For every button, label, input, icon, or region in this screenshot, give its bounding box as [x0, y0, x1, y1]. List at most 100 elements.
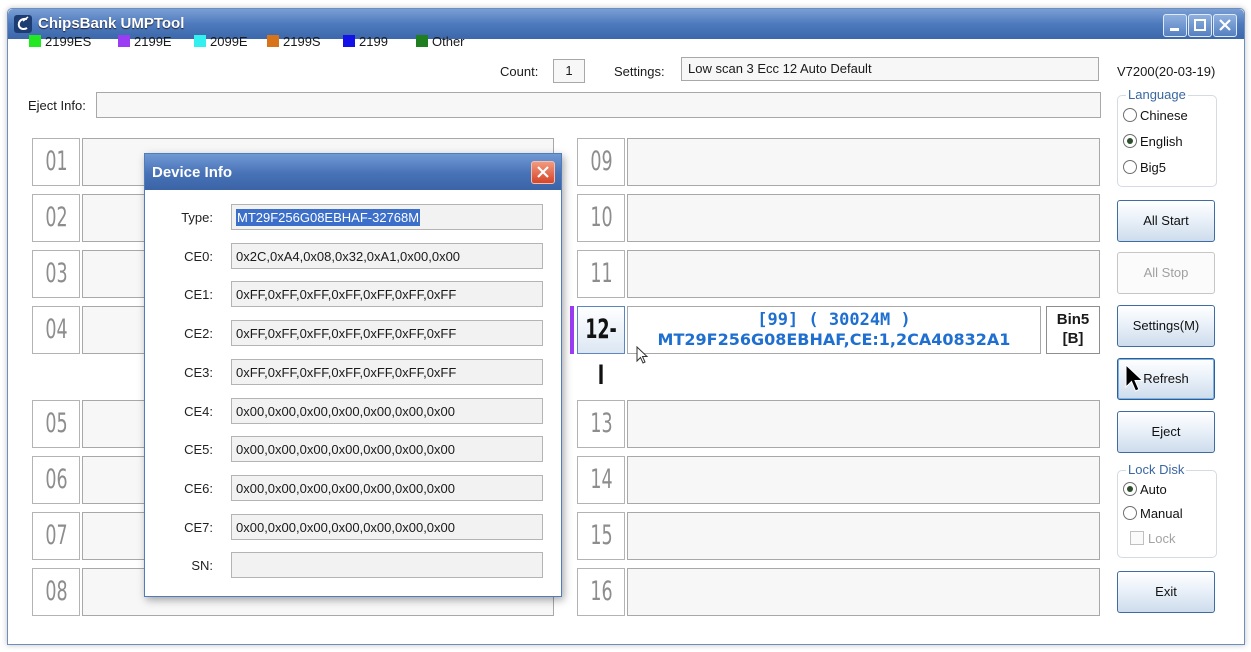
window-title: ChipsBank UMPTool — [38, 15, 185, 32]
language-chinese-radio[interactable]: Chinese — [1123, 108, 1188, 124]
device-info-label: CE0: — [184, 248, 213, 264]
all-stop-button[interactable]: All Stop — [1117, 252, 1215, 294]
slot-16-number[interactable]: 16 — [577, 568, 625, 616]
device-info-label: CE7: — [184, 519, 213, 535]
slot-12-status: [99] ( 30024M ) MT29F256G08EBHAF,CE:1,2C… — [627, 306, 1041, 354]
legend-label: Other — [432, 34, 465, 49]
eject-info-label: Eject Info: — [28, 98, 86, 113]
slot-11-status — [627, 250, 1100, 298]
slot-02-number[interactable]: 02 — [32, 194, 80, 242]
slot-12-line2: MT29F256G08EBHAF,CE:1,2CA40832A1 — [657, 330, 1011, 349]
count-value: 1 — [553, 59, 585, 83]
device-info-dialog: Device Info Type: MT29F256G08EBHAF-32768M… — [144, 153, 562, 597]
device-info-label: CE1: — [184, 287, 213, 303]
slot-06-number[interactable]: 06 — [32, 456, 80, 504]
slot-09-number[interactable]: 09 — [577, 138, 625, 186]
slot-15-status — [627, 512, 1100, 560]
device-info-titlebar[interactable]: Device Info — [145, 154, 561, 190]
device-info-field-ce7[interactable]: 0x00,0x00,0x00,0x00,0x00,0x00,0x00 — [231, 513, 543, 540]
minimize-icon — [1170, 28, 1179, 31]
close-icon — [1219, 19, 1231, 31]
radio-circle-selected — [1123, 134, 1137, 148]
legend-item-2199e: 2199E — [118, 34, 172, 50]
legend-swatch — [118, 35, 130, 47]
eject-button[interactable]: Eject — [1117, 411, 1215, 453]
radio-circle — [1123, 108, 1137, 122]
device-info-close-button[interactable] — [531, 161, 555, 184]
all-start-button[interactable]: All Start — [1117, 200, 1215, 242]
device-info-field-ce4[interactable]: 0x00,0x00,0x00,0x00,0x00,0x00,0x00 — [231, 397, 543, 424]
device-info-label: CE5: — [184, 442, 213, 458]
slot-09-status — [627, 138, 1100, 186]
device-info-field-ce3[interactable]: 0xFF,0xFF,0xFF,0xFF,0xFF,0xFF,0xFF — [231, 358, 543, 385]
device-info-field-type[interactable]: MT29F256G08EBHAF-32768M — [231, 204, 543, 230]
legend-item-2199s: 2199S — [267, 34, 321, 50]
device-info-field-sn[interactable] — [231, 552, 543, 579]
settings-value: Low scan 3 Ecc 12 Auto Default — [681, 57, 1099, 81]
language-big5-radio[interactable]: Big5 — [1123, 160, 1166, 176]
legend-swatch — [416, 35, 428, 47]
language-english-radio[interactable]: English — [1123, 134, 1183, 150]
slot-04-number[interactable]: 04 — [32, 306, 80, 354]
slot-13-number[interactable]: 13 — [577, 400, 625, 448]
slot-05-number[interactable]: 05 — [32, 400, 80, 448]
legend-item-other: Other — [416, 34, 465, 50]
active-slot-indicator — [570, 306, 574, 354]
eject-info-field — [96, 92, 1101, 118]
radio-circle — [1123, 506, 1137, 520]
minimize-button[interactable] — [1163, 14, 1187, 37]
device-info-field-ce0[interactable]: 0x2C,0xA4,0x08,0x32,0xA1,0x00,0x00 — [231, 242, 543, 269]
device-info-title: Device Info — [152, 164, 233, 181]
slot-07-number[interactable]: 07 — [32, 512, 80, 560]
legend-item-2199: 2199 — [343, 34, 388, 50]
lock-disk-title: Lock Disk — [1126, 462, 1187, 477]
slot-10-number[interactable]: 10 — [577, 194, 625, 242]
legend-swatch — [267, 35, 279, 47]
lock-manual-radio[interactable]: Manual — [1123, 506, 1183, 522]
slot-03-number[interactable]: 03 — [32, 250, 80, 298]
lock-auto-radio[interactable]: Auto — [1123, 482, 1167, 498]
exit-button[interactable]: Exit — [1117, 571, 1215, 613]
language-title: Language — [1126, 87, 1188, 102]
slot-10-status — [627, 194, 1100, 242]
legend-swatch — [194, 35, 206, 47]
legend-swatch — [29, 35, 41, 47]
slot-16-status — [627, 568, 1100, 616]
device-info-field-ce6[interactable]: 0x00,0x00,0x00,0x00,0x00,0x00,0x00 — [231, 474, 543, 501]
slot-12-line1: [99] ( 30024M ) — [757, 310, 911, 330]
bin-label: Bin5 — [1056, 311, 1090, 328]
legend-item-2199es: 2199ES — [29, 34, 91, 50]
device-info-label: CE4: — [184, 403, 213, 419]
device-info-label: CE6: — [184, 480, 213, 496]
legend-label: 2199E — [134, 34, 172, 49]
slot-13-status — [627, 400, 1100, 448]
slot-14-status — [627, 456, 1100, 504]
slot-14-number[interactable]: 14 — [577, 456, 625, 504]
close-window-button[interactable] — [1213, 14, 1237, 37]
legend-item-2099e: 2099E — [194, 34, 248, 50]
maximize-button[interactable] — [1188, 14, 1212, 37]
lock-checkbox[interactable]: Lock — [1130, 531, 1175, 547]
device-info-field-ce5[interactable]: 0x00,0x00,0x00,0x00,0x00,0x00,0x00 — [231, 436, 543, 463]
settings-label: Settings: — [614, 64, 665, 79]
chipsbank-logo-icon — [14, 15, 32, 33]
maximize-icon — [1194, 19, 1206, 31]
device-info-field-ce1[interactable]: 0xFF,0xFF,0xFF,0xFF,0xFF,0xFF,0xFF — [231, 281, 543, 308]
device-info-label: SN: — [191, 558, 213, 574]
slot-12-bin: Bin5 [B] — [1046, 306, 1100, 354]
checkbox-box — [1130, 531, 1144, 545]
legend-label: 2199S — [283, 34, 321, 49]
close-icon — [537, 166, 549, 178]
legend-label: 2199 — [359, 34, 388, 49]
slot-01-number[interactable]: 01 — [32, 138, 80, 186]
slot-15-number[interactable]: 15 — [577, 512, 625, 560]
slot-08-number[interactable]: 08 — [32, 568, 80, 616]
count-label: Count: — [500, 64, 539, 79]
arrow-cursor-icon — [1125, 364, 1144, 392]
slot-12-number[interactable]: 12-I — [577, 306, 625, 391]
slot-11-number[interactable]: 11 — [577, 250, 625, 298]
settings-button[interactable]: Settings(M) — [1117, 305, 1215, 347]
device-info-field-ce2[interactable]: 0xFF,0xFF,0xFF,0xFF,0xFF,0xFF,0xFF — [231, 320, 543, 347]
bin-grade: [B] — [1062, 330, 1084, 347]
legend-label: 2099E — [210, 34, 248, 49]
